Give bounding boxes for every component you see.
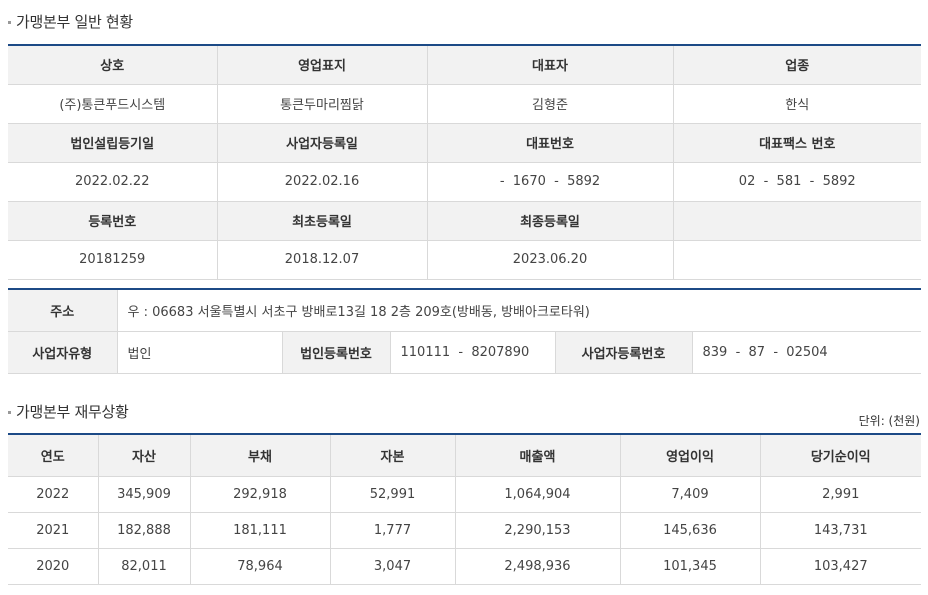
industry: 한식 — [672, 83, 921, 124]
header-cell: 최초등록일 — [216, 200, 428, 241]
net-income-cell: 2,991 — [759, 475, 921, 513]
net-income-cell: 103,427 — [759, 547, 921, 585]
table-row: 2022 345,909 292,918 52,991 1,064,904 7,… — [8, 475, 921, 513]
header-cell: 연도 — [8, 433, 99, 477]
unit-label: 단위: (천원) — [858, 414, 920, 428]
header-cell: 부채 — [189, 433, 331, 477]
representative-name: 김형준 — [426, 83, 674, 124]
assets-cell: 82,011 — [97, 547, 191, 585]
header-cell: 사업자등록일 — [216, 122, 428, 163]
title-bullet-icon — [8, 21, 11, 24]
business-number-value: 839 - 87 - 02504 — [691, 330, 922, 374]
table-row: 2020 82,011 78,964 3,047 2,498,936 101,3… — [8, 547, 921, 585]
header-cell: 법인설립등기일 — [8, 122, 218, 163]
address-value: 우 : 06683 서울특별시 서초구 방배로13길 18 2층 209호(방배… — [116, 288, 922, 332]
main-fax: 02 - 581 - 5892 — [672, 161, 921, 202]
business-number-label: 사업자등록번호 — [554, 330, 693, 374]
revenue-cell: 1,064,904 — [454, 475, 621, 513]
general-info-table: 상호 영업표지 대표자 업종 (주)통큰푸드시스템 통큰두마리찜닭 김형준 한식… — [8, 44, 921, 280]
business-type-value: 법인 — [116, 330, 283, 374]
year-cell: 2021 — [8, 511, 99, 549]
liabilities-cell: 292,918 — [189, 475, 331, 513]
header-cell: 업종 — [672, 44, 921, 85]
table-row: 2021 182,888 181,111 1,777 2,290,153 145… — [8, 511, 921, 549]
finance-section-title-text: 가맹본부 재무상황 — [16, 403, 129, 421]
equity-cell: 3,047 — [329, 547, 456, 585]
header-cell: 대표팩스 번호 — [672, 122, 921, 163]
header-cell: 대표번호 — [426, 122, 674, 163]
revenue-cell: 2,498,936 — [454, 547, 621, 585]
brand-name: 통큰두마리찜닭 — [216, 83, 428, 124]
finance-table: 연도 자산 부채 자본 매출액 영업이익 당기순이익 2022 345,909 … — [8, 433, 921, 585]
last-registration-date: 2023.06.20 — [426, 239, 674, 280]
table-header-row: 연도 자산 부채 자본 매출액 영업이익 당기순이익 — [8, 433, 921, 477]
empty-cell — [672, 239, 921, 280]
operating-profit-cell: 101,345 — [619, 547, 761, 585]
operating-profit-cell: 7,409 — [619, 475, 761, 513]
table-row: (주)통큰푸드시스템 통큰두마리찜닭 김형준 한식 — [8, 83, 921, 124]
incorporation-date: 2022.02.22 — [8, 161, 218, 202]
table-row: 20181259 2018.12.07 2023.06.20 — [8, 239, 921, 280]
company-name: (주)통큰푸드시스템 — [8, 83, 218, 124]
year-cell: 2020 — [8, 547, 99, 585]
title-bullet-icon — [8, 411, 11, 414]
header-cell: 영업표지 — [216, 44, 428, 85]
corporate-number-label: 법인등록번호 — [281, 330, 391, 374]
assets-cell: 182,888 — [97, 511, 191, 549]
table-row: 상호 영업표지 대표자 업종 — [8, 44, 921, 85]
table-row: 등록번호 최초등록일 최종등록일 — [8, 200, 921, 241]
header-cell: 최종등록일 — [426, 200, 674, 241]
equity-cell: 52,991 — [329, 475, 456, 513]
address-label: 주소 — [8, 288, 118, 332]
table-row: 사업자유형 법인 법인등록번호 110111 - 8207890 사업자등록번호… — [8, 330, 922, 374]
corporate-number-value: 110111 - 8207890 — [389, 330, 556, 374]
business-registration-date: 2022.02.16 — [216, 161, 428, 202]
header-cell: 상호 — [8, 44, 218, 85]
net-income-cell: 143,731 — [759, 511, 921, 549]
equity-cell: 1,777 — [329, 511, 456, 549]
business-type-label: 사업자유형 — [8, 330, 118, 374]
empty-header-cell — [672, 200, 921, 241]
header-cell: 매출액 — [454, 433, 621, 477]
header-cell: 등록번호 — [8, 200, 218, 241]
general-section-title: 가맹본부 일반 현황 — [8, 11, 133, 32]
header-cell: 자본 — [329, 433, 456, 477]
main-phone: - 1670 - 5892 — [426, 161, 674, 202]
first-registration-date: 2018.12.07 — [216, 239, 428, 280]
finance-section-title: 가맹본부 재무상황 — [8, 401, 129, 422]
liabilities-cell: 181,111 — [189, 511, 331, 549]
revenue-cell: 2,290,153 — [454, 511, 621, 549]
table-row: 법인설립등기일 사업자등록일 대표번호 대표팩스 번호 — [8, 122, 921, 163]
year-cell: 2022 — [8, 475, 99, 513]
table-row: 주소 우 : 06683 서울특별시 서초구 방배로13길 18 2층 209호… — [8, 288, 922, 332]
header-cell: 영업이익 — [619, 433, 761, 477]
table-row: 2022.02.22 2022.02.16 - 1670 - 5892 02 -… — [8, 161, 921, 202]
operating-profit-cell: 145,636 — [619, 511, 761, 549]
liabilities-cell: 78,964 — [189, 547, 331, 585]
address-table: 주소 우 : 06683 서울특별시 서초구 방배로13길 18 2층 209호… — [8, 288, 922, 374]
assets-cell: 345,909 — [97, 475, 191, 513]
general-section-title-text: 가맹본부 일반 현황 — [16, 13, 133, 31]
header-cell: 자산 — [97, 433, 191, 477]
registration-number: 20181259 — [8, 239, 218, 280]
header-cell: 대표자 — [426, 44, 674, 85]
header-cell: 당기순이익 — [759, 433, 921, 477]
